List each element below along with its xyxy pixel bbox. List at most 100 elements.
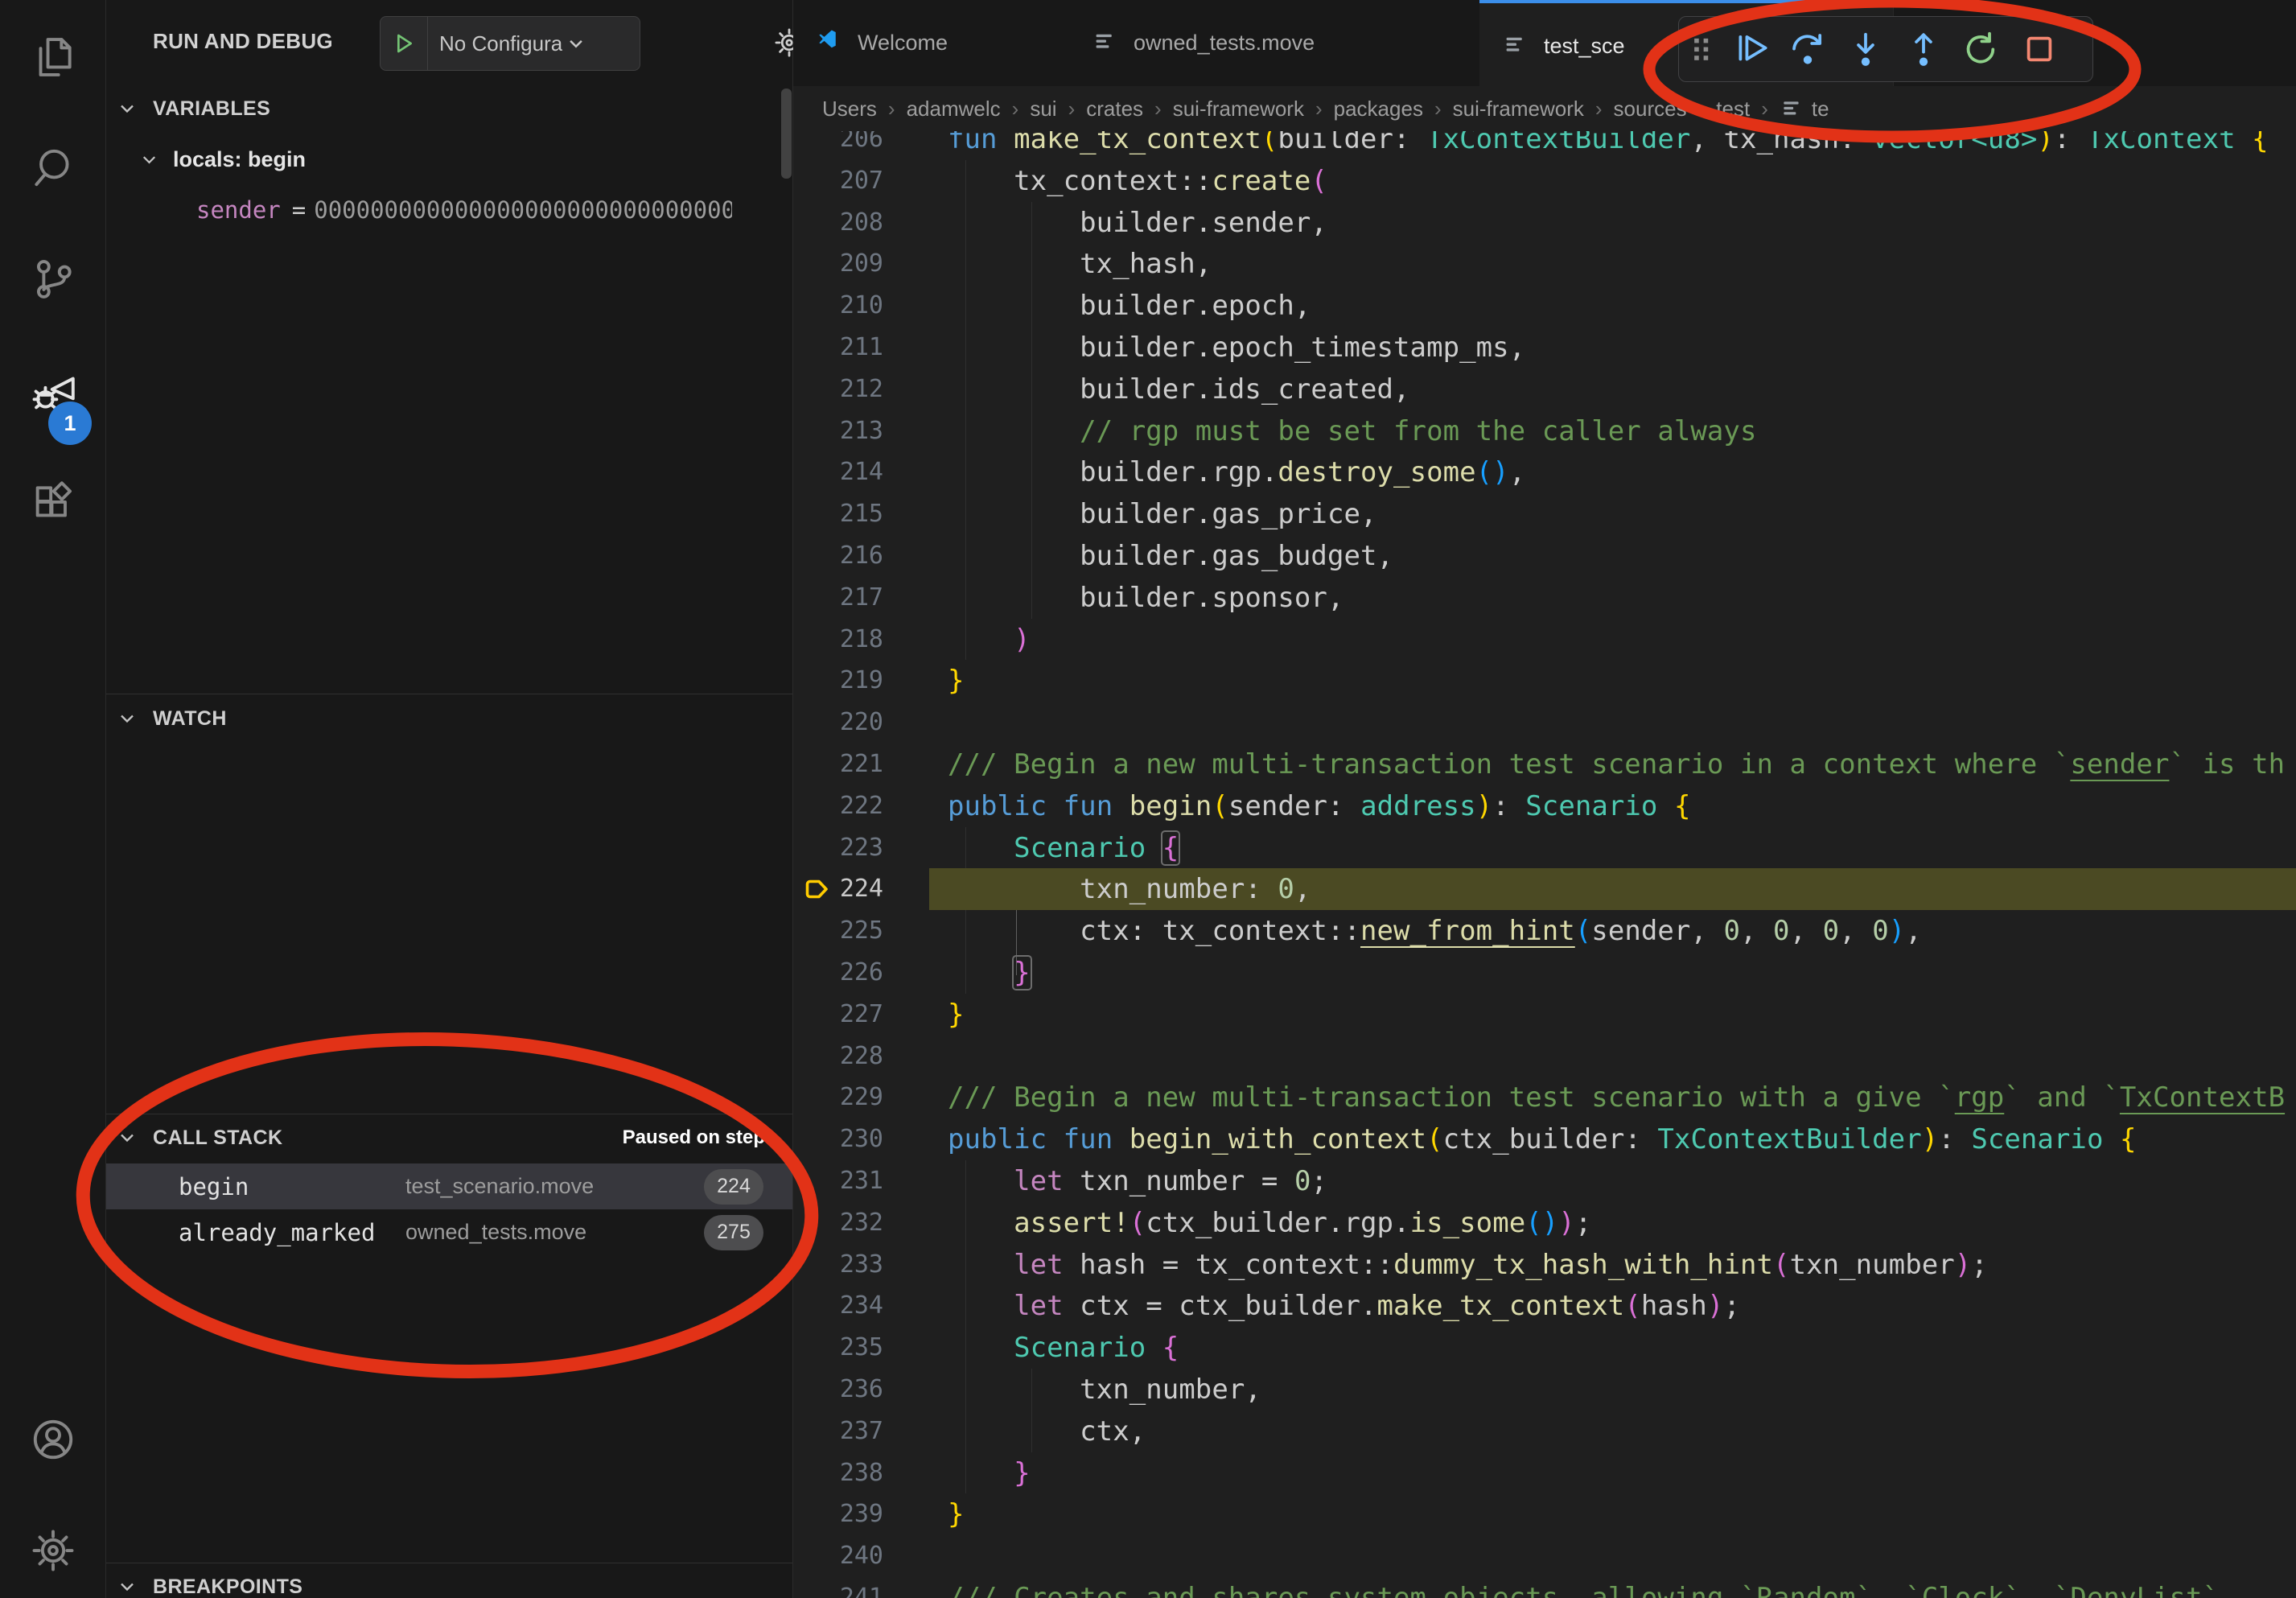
launch-configuration-dropdown[interactable]: No Configura xyxy=(380,16,640,71)
breadcrumb-file[interactable]: te xyxy=(1812,97,1829,121)
debug-drag-handle-button[interactable] xyxy=(1684,23,1721,76)
code-text: builder.sponsor, xyxy=(948,577,1343,619)
line-number: 229 xyxy=(793,1077,883,1118)
code-line-217[interactable]: 217 builder.sponsor, xyxy=(793,577,2296,619)
tab-owned-tests-move[interactable]: owned_tests.move xyxy=(1069,0,1480,86)
code-text: Scenario { xyxy=(948,1327,1179,1369)
tab-label: test_sce xyxy=(1544,34,1625,59)
variables-scope-row[interactable]: locals: begin xyxy=(106,137,792,182)
code-line-229[interactable]: 229/// Begin a new multi-transaction tes… xyxy=(793,1077,2296,1118)
sidebar-title: RUN AND DEBUG xyxy=(153,29,333,54)
files-icon xyxy=(28,32,78,82)
breadcrumb-item[interactable]: adamwelc xyxy=(907,97,1001,121)
code-line-222[interactable]: 222public fun begin(sender: address): Sc… xyxy=(793,785,2296,827)
sidebar-scrollbar[interactable] xyxy=(781,89,792,179)
activity-bar-settings[interactable] xyxy=(0,1510,105,1591)
code-line-216[interactable]: 216 builder.gas_budget, xyxy=(793,535,2296,577)
activity-bar-explorer[interactable] xyxy=(0,17,105,97)
activity-bar-search[interactable] xyxy=(0,127,105,208)
code-text: builder.sender, xyxy=(948,202,1327,244)
line-number: 238 xyxy=(793,1452,883,1494)
breadcrumb-item[interactable]: sui xyxy=(1030,97,1056,121)
line-number: 223 xyxy=(793,827,883,869)
vscode-logo-icon xyxy=(816,29,845,58)
activity-bar-source-control[interactable] xyxy=(0,239,105,319)
code-line-241[interactable]: 241 /// Creates and shares system objects… xyxy=(793,1577,2296,1598)
debug-restart-button[interactable] xyxy=(1952,23,2010,76)
line-number: 241 xyxy=(793,1577,883,1598)
breadcrumb-item[interactable]: sources xyxy=(1614,97,1687,121)
line-number: 217 xyxy=(793,577,883,619)
code-line-227[interactable]: 227} xyxy=(793,994,2296,1036)
code-line-213[interactable]: 213 // rgp must be set from the caller a… xyxy=(793,410,2296,452)
code-line-219[interactable]: 219} xyxy=(793,660,2296,702)
breakpoints-section-header[interactable]: BREAKPOINTS xyxy=(106,1566,792,1598)
code-line-232[interactable]: 232 assert!(ctx_builder.rgp.is_some()); xyxy=(793,1202,2296,1244)
code-editor[interactable]: 206fun make_tx_context(builder: TxContex… xyxy=(793,131,2296,1598)
frame-file: owned_tests.move xyxy=(405,1220,586,1245)
code-line-220[interactable]: 220 xyxy=(793,702,2296,743)
breadcrumb-item[interactable]: crates xyxy=(1086,97,1143,121)
code-line-235[interactable]: 235 Scenario { xyxy=(793,1327,2296,1369)
code-line-218[interactable]: 218 ) xyxy=(793,619,2296,661)
breadcrumb-item[interactable]: packages xyxy=(1334,97,1423,121)
call-stack-frame[interactable]: begintest_scenario.move224 xyxy=(106,1163,792,1209)
code-line-211[interactable]: 211 builder.epoch_timestamp_ms, xyxy=(793,327,2296,369)
code-line-236[interactable]: 236 txn_number, xyxy=(793,1369,2296,1411)
code-line-206[interactable]: 206fun make_tx_context(builder: TxContex… xyxy=(793,131,2296,160)
breadcrumb-item[interactable]: sui-framework xyxy=(1173,97,1304,121)
code-line-240[interactable]: 240 xyxy=(793,1535,2296,1577)
debug-continue-icon xyxy=(1730,29,1770,69)
code-line-238[interactable]: 238 } xyxy=(793,1452,2296,1494)
move-file-icon xyxy=(1092,29,1121,58)
code-line-239[interactable]: 239} xyxy=(793,1493,2296,1535)
code-line-212[interactable]: 212 builder.ids_created, xyxy=(793,369,2296,410)
debug-stop-button[interactable] xyxy=(2010,23,2068,76)
code-line-224[interactable]: 224 txn_number: 0, xyxy=(793,868,2296,910)
watch-section-header[interactable]: WATCH xyxy=(106,698,792,739)
debug-step-into-button[interactable] xyxy=(1837,23,1895,76)
chevron-down-icon xyxy=(116,707,138,730)
code-line-237[interactable]: 237 ctx, xyxy=(793,1411,2296,1452)
line-number: 206 xyxy=(793,131,883,160)
breadcrumb-item[interactable]: sui-framework xyxy=(1453,97,1584,121)
debug-continue-button[interactable] xyxy=(1721,23,1779,76)
code-text: public fun begin(sender: address): Scena… xyxy=(948,785,1691,827)
code-line-214[interactable]: 214 builder.rgp.destroy_some(), xyxy=(793,451,2296,493)
code-line-230[interactable]: 230public fun begin_with_context(ctx_bui… xyxy=(793,1118,2296,1160)
breadcrumb-item[interactable]: test xyxy=(1716,97,1750,121)
tab-welcome[interactable]: Welcome xyxy=(793,0,1070,86)
code-text: builder.epoch_timestamp_ms, xyxy=(948,327,1525,369)
line-number: 224 xyxy=(793,868,883,910)
code-line-210[interactable]: 210 builder.epoch, xyxy=(793,285,2296,327)
debug-step-out-button[interactable] xyxy=(1895,23,1952,76)
code-line-209[interactable]: 209 tx_hash, xyxy=(793,243,2296,285)
code-line-221[interactable]: 221/// Begin a new multi-transaction tes… xyxy=(793,743,2296,785)
code-line-228[interactable]: 228 xyxy=(793,1036,2296,1077)
debug-step-over-button[interactable] xyxy=(1779,23,1837,76)
call-stack-frame[interactable]: already_markedowned_tests.move275 xyxy=(106,1209,792,1255)
code-line-226[interactable]: 226 } xyxy=(793,952,2296,994)
configuration-label: No Configura xyxy=(439,31,562,56)
breadcrumb-item[interactable]: Users xyxy=(822,97,877,121)
call-stack-section-header[interactable]: CALL STACK Paused on step xyxy=(106,1117,792,1159)
code-text: /// Creates and shares system objects, a… xyxy=(948,1577,2219,1598)
start-debug-button[interactable] xyxy=(381,17,428,70)
variable-row[interactable]: sender=0000000000000000000000000000000… xyxy=(106,187,792,233)
code-line-231[interactable]: 231 let txn_number = 0; xyxy=(793,1160,2296,1202)
variables-section-header[interactable]: VARIABLES xyxy=(106,88,792,130)
code-line-223[interactable]: 223 Scenario { xyxy=(793,827,2296,869)
code-line-234[interactable]: 234 let ctx = ctx_builder.make_tx_contex… xyxy=(793,1285,2296,1327)
code-line-225[interactable]: 225 ctx: tx_context::new_from_hint(sende… xyxy=(793,910,2296,952)
code-text: Scenario { xyxy=(948,827,1179,869)
debug-session-count-badge: 1 xyxy=(48,402,92,445)
code-line-215[interactable]: 215 builder.gas_price, xyxy=(793,493,2296,535)
activity-bar-extensions[interactable] xyxy=(0,463,105,544)
code-line-207[interactable]: 207 tx_context::create( xyxy=(793,160,2296,202)
activity-bar-account[interactable] xyxy=(0,1399,105,1480)
code-line-208[interactable]: 208 builder.sender, xyxy=(793,202,2296,244)
activity-bar-run-and-debug[interactable]: 1 xyxy=(0,352,105,432)
tab-label: Welcome xyxy=(858,31,948,56)
variable-value: 0000000000000000000000000000000… xyxy=(314,196,732,224)
code-line-233[interactable]: 233 let hash = tx_context::dummy_tx_hash… xyxy=(793,1244,2296,1286)
